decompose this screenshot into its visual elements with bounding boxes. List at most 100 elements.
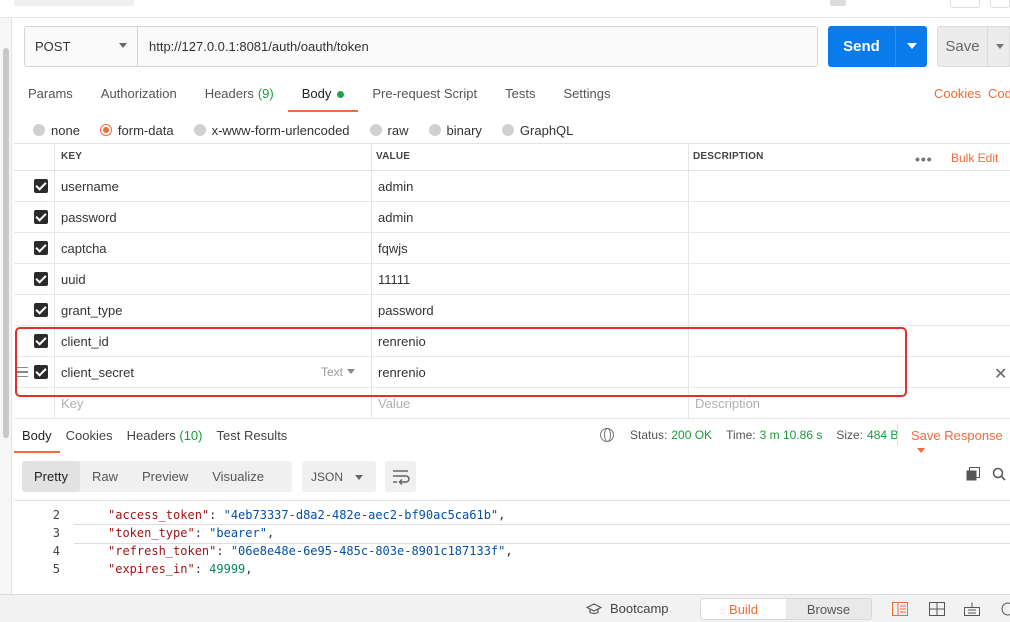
grid-layout-icon[interactable] [929, 602, 945, 616]
view-visualize[interactable]: Visualize [200, 461, 276, 492]
highlight-box [15, 327, 907, 397]
response-tab-cookies[interactable]: Cookies [66, 428, 113, 443]
active-tab-underline [14, 451, 60, 453]
view-preview[interactable]: Preview [130, 461, 200, 492]
save-button[interactable]: Save [937, 26, 1010, 67]
json-key: "refresh_token" [108, 544, 217, 558]
two-pane-icon[interactable] [892, 602, 908, 616]
radio-graphql[interactable]: GraphQL [501, 123, 573, 138]
json-value: "4eb73337-d8a2-482e-aec2-bf90ac5ca61b" [223, 508, 499, 522]
code-line: 3 "token_type": "bearer", [14, 526, 1010, 544]
bulk-edit-link[interactable]: Bulk Edit [951, 151, 998, 165]
tab-headers[interactable]: Headers (9) [205, 82, 274, 112]
json-sep: : [194, 562, 210, 576]
send-button[interactable]: Send [828, 26, 927, 67]
row-checkbox[interactable] [34, 179, 48, 193]
request-bar: POST http://127.0.0.1:8081/auth/oauth/to… [24, 26, 818, 67]
tab-body[interactable]: Body [287, 82, 358, 112]
column-divider[interactable] [688, 144, 689, 170]
time-label: Time: [726, 428, 756, 442]
row-value[interactable]: password [378, 303, 434, 318]
tab-settings[interactable]: Settings [563, 82, 610, 112]
row-checkbox[interactable] [34, 303, 48, 317]
send-label: Send [843, 38, 880, 55]
tab-tests[interactable]: Tests [505, 82, 535, 112]
row-value[interactable]: fqwjs [378, 241, 408, 256]
scrollbar-thumb[interactable] [3, 48, 9, 438]
radio-raw[interactable]: raw [369, 123, 409, 138]
tab-label: Headers [126, 428, 176, 443]
size-value[interactable]: 484 B [867, 428, 898, 442]
column-divider [54, 144, 55, 170]
json-key: "expires_in" [108, 562, 195, 576]
row-key[interactable]: captcha [61, 241, 107, 256]
bootcamp-button[interactable]: Bootcamp [586, 601, 669, 616]
row-key[interactable]: uuid [61, 272, 86, 287]
view-mode-bar: Pretty Raw Preview Visualize [22, 461, 292, 492]
column-divider [371, 202, 372, 232]
radio-none[interactable]: none [33, 123, 80, 138]
code-text: "refresh_token": "06e8e48e-6e95-485c-803… [108, 544, 513, 558]
method-select[interactable]: POST [25, 27, 138, 66]
radio-form-data[interactable]: form-data [99, 123, 174, 138]
radio-binary[interactable]: binary [428, 123, 482, 138]
json-sep: : [216, 544, 231, 558]
tab-params[interactable]: Params [28, 82, 73, 112]
row-checkbox[interactable] [34, 241, 48, 255]
tab-label: Body [301, 86, 332, 101]
response-tab-headers[interactable]: Headers (10) [127, 428, 203, 443]
build-mode-button[interactable]: Build [701, 599, 786, 619]
response-code-editor[interactable]: 2 "access_token": "4eb73337-d8a2-482e-ae… [14, 500, 1010, 582]
headers-count: (10) [179, 428, 203, 443]
wrap-lines-button[interactable] [385, 461, 416, 492]
row-key[interactable]: password [61, 210, 117, 225]
json-end: , [245, 562, 253, 576]
send-dropdown-chevron-icon[interactable] [895, 26, 927, 67]
row-key[interactable]: grant_type [61, 303, 122, 318]
globe-icon[interactable] [600, 428, 614, 442]
cookies-link[interactable]: Cookies [934, 86, 981, 101]
save-dropdown-chevron-icon[interactable] [987, 27, 1009, 66]
keyboard-icon[interactable] [964, 602, 980, 616]
response-tab-test-results[interactable]: Test Results [217, 428, 288, 443]
more-icon[interactable]: ••• [915, 151, 933, 167]
column-divider[interactable] [371, 144, 372, 170]
line-number: 4 [52, 544, 60, 558]
left-scrollbar[interactable] [0, 18, 12, 594]
column-divider [371, 295, 372, 325]
row-value[interactable]: admin [378, 179, 413, 194]
graduation-cap-icon [586, 602, 602, 614]
search-icon[interactable] [992, 467, 1006, 481]
response-meta: Status: 200 OK Time: 3 m 10.86 s Size: 4… [600, 428, 912, 442]
tab-label: Body [22, 428, 52, 443]
column-divider [688, 202, 689, 232]
save-response-button[interactable]: Save Response [911, 428, 1010, 458]
row-checkbox[interactable] [34, 210, 48, 224]
row-value[interactable]: admin [378, 210, 413, 225]
line-number: 2 [52, 508, 60, 522]
time-value[interactable]: 3 m 10.86 s [760, 428, 823, 442]
column-divider [371, 233, 372, 263]
view-raw[interactable]: Raw [80, 461, 130, 492]
row-checkbox[interactable] [34, 272, 48, 286]
url-input[interactable]: http://127.0.0.1:8081/auth/oauth/token [138, 27, 817, 66]
response-tab-body[interactable]: Body [22, 428, 52, 443]
help-icon[interactable] [998, 602, 1010, 616]
new-key-input[interactable]: Key [61, 396, 83, 411]
copy-icon[interactable] [966, 467, 980, 481]
line-number: 5 [52, 562, 60, 576]
tab-authorization[interactable]: Authorization [101, 82, 177, 112]
close-icon[interactable]: ✕ [994, 364, 1007, 384]
status-value[interactable]: 200 OK [671, 428, 712, 442]
new-description-input[interactable]: Description [695, 396, 760, 411]
row-key[interactable]: username [61, 179, 119, 194]
code-link[interactable]: Cod [988, 86, 1010, 101]
view-pretty[interactable]: Pretty [22, 461, 80, 492]
new-value-input[interactable]: Value [378, 396, 410, 411]
column-divider [54, 233, 55, 263]
tab-pre-request-script[interactable]: Pre-request Script [372, 82, 477, 112]
format-select[interactable]: JSON [302, 461, 376, 492]
browse-mode-button[interactable]: Browse [786, 599, 871, 619]
radio-urlencoded[interactable]: x-www-form-urlencoded [193, 123, 350, 138]
row-value[interactable]: 11111 [378, 272, 410, 287]
